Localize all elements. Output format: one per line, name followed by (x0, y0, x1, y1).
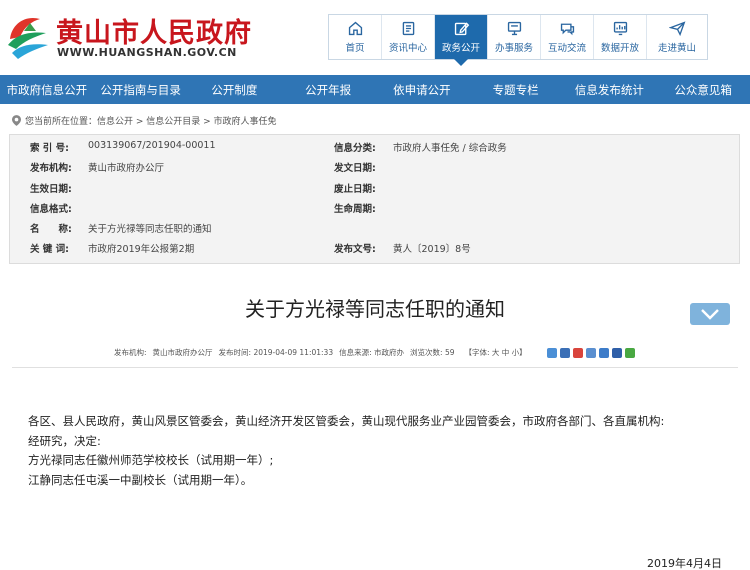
topnav-news[interactable]: 资讯中心 (382, 15, 435, 59)
share-people-icon[interactable] (611, 347, 622, 358)
meta-row: 生效日期: 废止日期: (10, 181, 739, 201)
mainnav-item[interactable]: 公开指南与目录 (94, 75, 188, 104)
mainnav-item[interactable]: 公开制度 (188, 75, 282, 104)
mainnav-item[interactable]: 公众意见箱 (656, 75, 750, 104)
document-date: 2019年4月4日 (647, 557, 722, 570)
mainnav-item[interactable]: 依申请公开 (375, 75, 469, 104)
meta-row: 发布机构: 黄山市政府办公厅 发文日期: (10, 160, 739, 180)
topnav-label: 互动交流 (547, 43, 586, 54)
meta-label: 生命周期: (334, 203, 376, 215)
breadcrumb-text[interactable]: 您当前所在位置：信息公开 > 信息公开目录 > 市政府人事任免 (25, 114, 277, 127)
meta-label: 生效日期: (30, 183, 72, 195)
meta-label: 关 键 词: (30, 244, 69, 256)
news-icon (402, 21, 414, 36)
divider (12, 367, 738, 368)
main-nav: 市政府信息公开 公开指南与目录 公开制度 公开年报 依申请公开 专题专栏 信息发… (0, 75, 750, 104)
topnav-label: 数据开放 (600, 43, 639, 54)
huangshan-logo-icon[interactable] (6, 9, 50, 63)
meta-row: 名 称: 关于方光禄等同志任职的通知 (10, 221, 739, 241)
info-publisher-value: 黄山市政府办公厅 (152, 348, 213, 357)
body-paragraph: 江静同志任屯溪一中副校长（试用期一年）。 (28, 472, 253, 487)
metadata-panel: 索 引 号: 003139067/201904-00011 信息分类: 市政府人… (9, 134, 740, 264)
mainnav-item[interactable]: 专题专栏 (469, 75, 563, 104)
chat-icon (560, 23, 574, 36)
topnav-label: 首页 (345, 43, 365, 54)
info-views: 浏览次数: 59 (410, 348, 455, 357)
home-icon (348, 21, 362, 36)
meta-label: 发布机构: (30, 163, 72, 175)
meta-label: 发布文号: (334, 244, 376, 256)
share-wechat-icon[interactable] (624, 347, 635, 358)
meta-label: 名 称: (30, 224, 72, 236)
share-renren-icon[interactable] (598, 347, 609, 358)
meta-row: 关 键 词: 市政府2019年公报第2期 发布文号: 黄人〔2019〕8号 (10, 241, 739, 261)
topnav-interact[interactable]: 互动交流 (541, 15, 594, 59)
chevron-down-icon (701, 309, 719, 320)
meta-label: 发文日期: (334, 163, 376, 175)
font-size-switch[interactable]: 【字体: 大 中 小】 (465, 347, 527, 358)
mainnav-item[interactable]: 公开年报 (281, 75, 375, 104)
meta-label: 信息分类: (334, 143, 376, 154)
topnav-visit[interactable]: 走进黄山 (647, 15, 707, 59)
share-plus-icon[interactable] (546, 347, 557, 358)
body-paragraph: 各区、县人民政府，黄山风景区管委会，黄山经济开发区管委会，黄山现代服务业产业园管… (28, 414, 665, 428)
topnav-label: 办事服务 (494, 43, 533, 54)
info-time: 发布时间: 2019-04-09 11:01:33 (218, 348, 334, 357)
share-bar (546, 347, 638, 358)
topnav-home[interactable]: 首页 (329, 15, 382, 59)
share-weibo-icon[interactable] (572, 347, 583, 358)
collapse-button[interactable] (690, 303, 730, 325)
edit-icon (454, 22, 469, 36)
meta-label: 索 引 号: (30, 143, 69, 154)
send-icon (668, 21, 685, 37)
topnav-data[interactable]: 数据开放 (594, 15, 647, 59)
meta-value: 关于方光禄等同志任职的通知 (88, 224, 212, 236)
meta-value: 市政府2019年公报第2期 (88, 244, 195, 256)
service-icon (507, 21, 521, 36)
meta-row: 信息格式: 生命周期: (10, 201, 739, 221)
topnav-label: 政务公开 (441, 43, 480, 54)
body-paragraph: 经研究，决定: (28, 433, 101, 448)
mainnav-item[interactable]: 信息发布统计 (563, 75, 657, 104)
topnav-gov-open[interactable]: 政务公开 (435, 15, 488, 66)
body-paragraph: 方光禄同志任徽州师范学校校长（试用期一年）; (28, 453, 274, 467)
document-info: 发布机构: 黄山市政府办公厅 发布时间: 2019-04-09 11:01:33… (114, 347, 638, 358)
top-nav: 首页 资讯中心 政务公开 办事服务 互动交流 数据开放 走进黄山 (328, 14, 708, 66)
location-pin-icon (12, 115, 21, 126)
meta-label: 信息格式: (30, 203, 72, 215)
topnav-service[interactable]: 办事服务 (488, 15, 541, 59)
share-tencent-icon[interactable] (585, 347, 596, 358)
share-qzone-icon[interactable] (559, 347, 570, 358)
meta-value: 市政府人事任免 / 综合政务 (393, 143, 507, 154)
meta-row: 索 引 号: 003139067/201904-00011 信息分类: 市政府人… (10, 140, 739, 160)
info-publisher-label: 发布机构: (114, 348, 147, 357)
meta-value: 003139067/201904-00011 (88, 140, 216, 151)
mainnav-item[interactable]: 市政府信息公开 (0, 75, 94, 104)
meta-label: 废止日期: (334, 183, 376, 195)
info-source: 信息来源: 市政府办 (339, 348, 405, 357)
topnav-label: 资讯中心 (388, 43, 427, 54)
breadcrumb: 您当前所在位置：信息公开 > 信息公开目录 > 市政府人事任免 (12, 114, 277, 127)
data-icon (613, 21, 627, 36)
document-body: 各区、县人民政府，黄山风景区管委会，黄山经济开发区管委会，黄山现代服务业产业园管… (28, 412, 664, 490)
site-title[interactable]: 黄山市人民政府 (56, 11, 252, 50)
topnav-label: 走进黄山 (657, 43, 696, 54)
document-title: 关于方光禄等同志任职的通知 (245, 297, 505, 321)
meta-value: 黄山市政府办公厅 (88, 163, 165, 175)
site-header: 黄山市人民政府 WWW.HUANGSHAN.GOV.CN 首页 资讯中心 政务公… (0, 0, 750, 72)
site-url: WWW.HUANGSHAN.GOV.CN (57, 46, 237, 59)
meta-value: 黄人〔2019〕8号 (393, 244, 471, 256)
